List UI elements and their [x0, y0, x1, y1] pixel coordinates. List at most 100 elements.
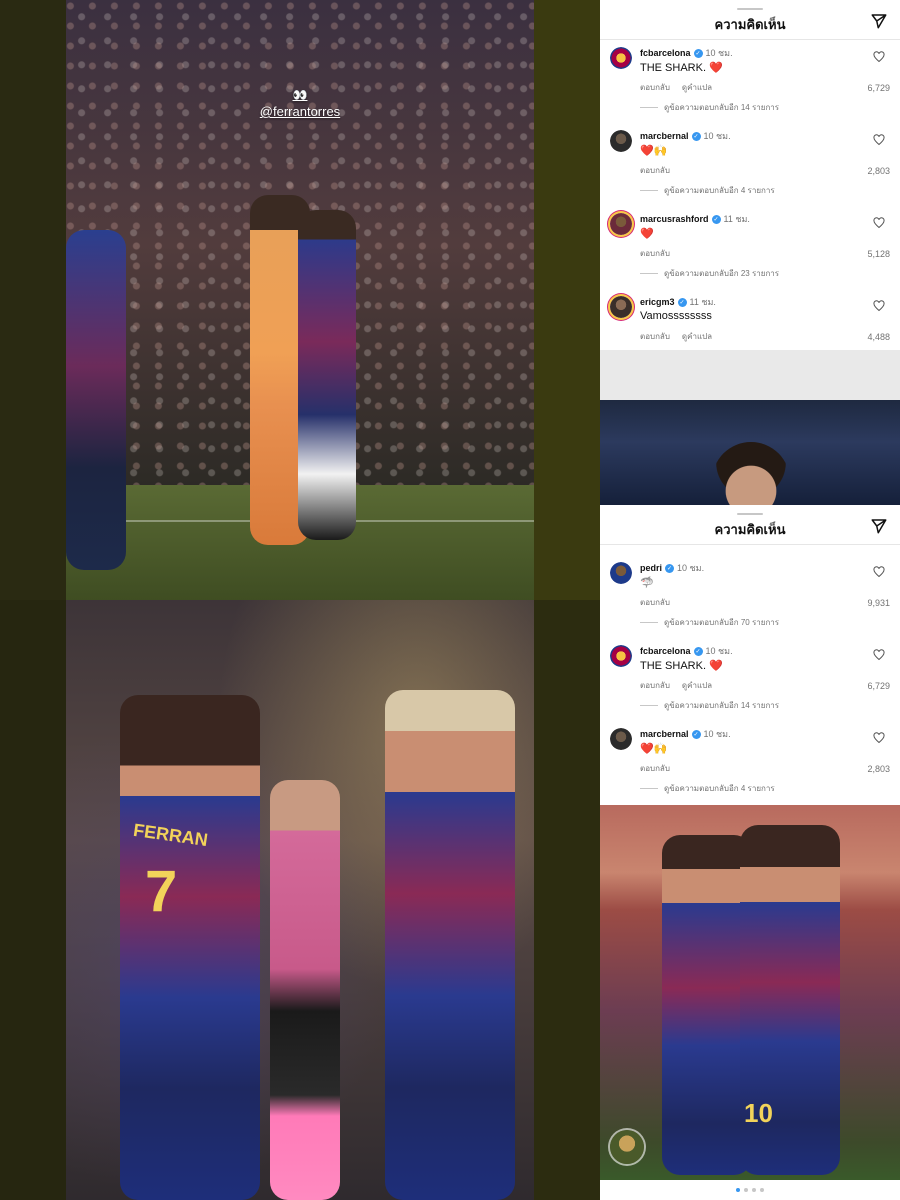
- heart-icon[interactable]: [873, 732, 885, 744]
- reply-button[interactable]: ตอบกลับ: [640, 164, 670, 177]
- comment-item: marcusrashford ✓ 11 ชม. ❤️ ตอบกลับ ดูข้อ…: [600, 207, 900, 291]
- carousel-dot[interactable]: [752, 1188, 756, 1192]
- comment-header: marcbernal ✓ 10 ชม.: [640, 727, 731, 741]
- replies-label: ดูข้อความตอบกลับอีก 70 รายการ: [664, 618, 780, 627]
- avatar[interactable]: [610, 47, 632, 69]
- like-count: 4,488: [867, 332, 890, 342]
- comment-actions: ตอบกลับ: [640, 762, 670, 775]
- reply-button[interactable]: ตอบกลับ: [640, 330, 670, 343]
- translate-button[interactable]: ดูคำแปล: [682, 81, 712, 94]
- comment-item: marcbernal ✓ 10 ชม. ❤️🙌 ตอบกลับ ดูข้อควา…: [600, 124, 900, 208]
- comment-actions: ตอบกลับ: [640, 596, 670, 609]
- jersey-number: 10: [744, 1098, 773, 1128]
- avatar[interactable]: [610, 728, 632, 750]
- divider: [640, 705, 658, 706]
- comment-text: 🦈: [640, 577, 654, 589]
- like-count: 2,803: [867, 764, 890, 774]
- comment-text: Vamossssssss: [640, 310, 712, 322]
- panel-title: ความคิดเห็น: [714, 17, 786, 32]
- username[interactable]: marcbernal: [640, 729, 689, 739]
- carousel-dot[interactable]: [760, 1188, 764, 1192]
- jersey-number: 7: [145, 859, 178, 924]
- eyes-emoji: 👀: [292, 88, 308, 102]
- replies-label: ดูข้อความตอบกลับอีก 23 รายการ: [664, 269, 780, 278]
- like-count: 2,803: [867, 166, 890, 176]
- comment-item: ericgm3 ✓ 11 ชม. Vamossssssss ตอบกลับ ดู…: [600, 290, 900, 350]
- avatar[interactable]: [610, 562, 632, 584]
- view-replies-button[interactable]: ดูข้อความตอบกลับอีก 14 รายการ: [640, 101, 779, 114]
- send-icon[interactable]: [870, 12, 888, 30]
- divider: [640, 622, 658, 623]
- reply-button[interactable]: ตอบกลับ: [640, 81, 670, 94]
- heart-icon[interactable]: [873, 300, 885, 312]
- heart-icon[interactable]: [873, 51, 885, 63]
- replies-label: ดูข้อความตอบกลับอีก 4 รายการ: [664, 186, 775, 195]
- divider: [600, 39, 900, 40]
- heart-icon[interactable]: [873, 134, 885, 146]
- view-replies-button[interactable]: ดูข้อความตอบกลับอีก 23 รายการ: [640, 267, 779, 280]
- drag-handle[interactable]: [737, 513, 763, 515]
- view-replies-button[interactable]: ดูข้อความตอบกลับอีก 14 รายการ: [640, 699, 779, 712]
- username[interactable]: pedri: [640, 563, 662, 573]
- view-replies-button[interactable]: ดูข้อความตอบกลับอีก 4 รายการ: [640, 782, 775, 795]
- reply-button[interactable]: ตอบกลับ: [640, 679, 670, 692]
- reply-button[interactable]: ตอบกลับ: [640, 247, 670, 260]
- carousel-dot[interactable]: [744, 1188, 748, 1192]
- heart-icon[interactable]: [873, 649, 885, 661]
- comment-item: fcbarcelona ✓ 10 ชม. THE SHARK. ❤️ ตอบกล…: [600, 639, 900, 723]
- view-replies-button[interactable]: ดูข้อความตอบกลับอีก 4 รายการ: [640, 184, 775, 197]
- send-icon[interactable]: [870, 517, 888, 535]
- view-replies-button[interactable]: ดูข้อความตอบกลับอีก 70 รายการ: [640, 616, 779, 629]
- comment-actions: ตอบกลับ ดูคำแปล: [640, 330, 712, 343]
- watermark-handle: @ferrantorres: [259, 104, 341, 119]
- comment-item: marcbernal ✓ 10 ชม. ❤️🙌 ตอบกลับ ดูข้อควา…: [600, 722, 900, 805]
- player-left-figure: [662, 835, 752, 1175]
- comment-text: ❤️: [640, 228, 654, 240]
- photo-teammates-celebration[interactable]: 10: [600, 805, 900, 1180]
- comment-actions: ตอบกลับ: [640, 247, 670, 260]
- avatar[interactable]: [610, 213, 632, 235]
- divider: [600, 544, 900, 545]
- like-count: 6,729: [867, 681, 890, 691]
- username[interactable]: fcbarcelona: [640, 48, 691, 58]
- timestamp: 11 ชม.: [689, 297, 716, 307]
- heart-icon[interactable]: [873, 566, 885, 578]
- timestamp: 11 ชม.: [723, 214, 750, 224]
- username[interactable]: marcusrashford: [640, 214, 709, 224]
- panel-gap: [600, 350, 900, 400]
- verified-badge-icon: ✓: [693, 646, 703, 656]
- comment-actions: ตอบกลับ ดูคำแปล: [640, 679, 712, 692]
- timestamp: 10 ชม.: [677, 563, 705, 573]
- comment-header: ericgm3 ✓ 11 ชม.: [640, 295, 716, 309]
- comment-text: THE SHARK. ❤️: [640, 660, 723, 672]
- drag-handle[interactable]: [737, 8, 763, 10]
- avatar[interactable]: [610, 645, 632, 667]
- verified-badge-icon: ✓: [691, 131, 701, 141]
- carousel-dot[interactable]: [736, 1188, 740, 1192]
- translate-button[interactable]: ดูคำแปล: [682, 679, 712, 692]
- comment-actions: ตอบกลับ ดูคำแปล: [640, 81, 712, 94]
- player-left-edge: [66, 230, 126, 570]
- divider: [640, 788, 658, 789]
- heart-icon[interactable]: [873, 217, 885, 229]
- comment-actions: ตอบกลับ: [640, 164, 670, 177]
- reply-button[interactable]: ตอบกลับ: [640, 762, 670, 775]
- tagged-user-avatar[interactable]: [610, 1130, 644, 1164]
- verified-badge-icon: ✓: [665, 563, 675, 573]
- like-count: 5,128: [867, 249, 890, 259]
- avatar[interactable]: [610, 296, 632, 318]
- reply-button[interactable]: ตอบกลับ: [640, 596, 670, 609]
- avatar[interactable]: [610, 130, 632, 152]
- username[interactable]: fcbarcelona: [640, 646, 691, 656]
- timestamp: 10 ชม.: [703, 729, 731, 739]
- timestamp: 10 ชม.: [703, 131, 731, 141]
- player-ferran-figure: [120, 695, 260, 1200]
- username[interactable]: marcbernal: [640, 131, 689, 141]
- translate-button[interactable]: ดูคำแปล: [682, 330, 712, 343]
- replies-label: ดูข้อความตอบกลับอีก 14 รายการ: [664, 701, 780, 710]
- comment-item: pedri ✓ 10 ชม. 🦈 ตอบกลับ ดูข้อความตอบกลั…: [600, 556, 900, 640]
- comment-text: ❤️🙌: [640, 743, 668, 755]
- comment-header: fcbarcelona ✓ 10 ชม.: [640, 46, 733, 60]
- comment-header: marcbernal ✓ 10 ชม.: [640, 129, 731, 143]
- username[interactable]: ericgm3: [640, 297, 675, 307]
